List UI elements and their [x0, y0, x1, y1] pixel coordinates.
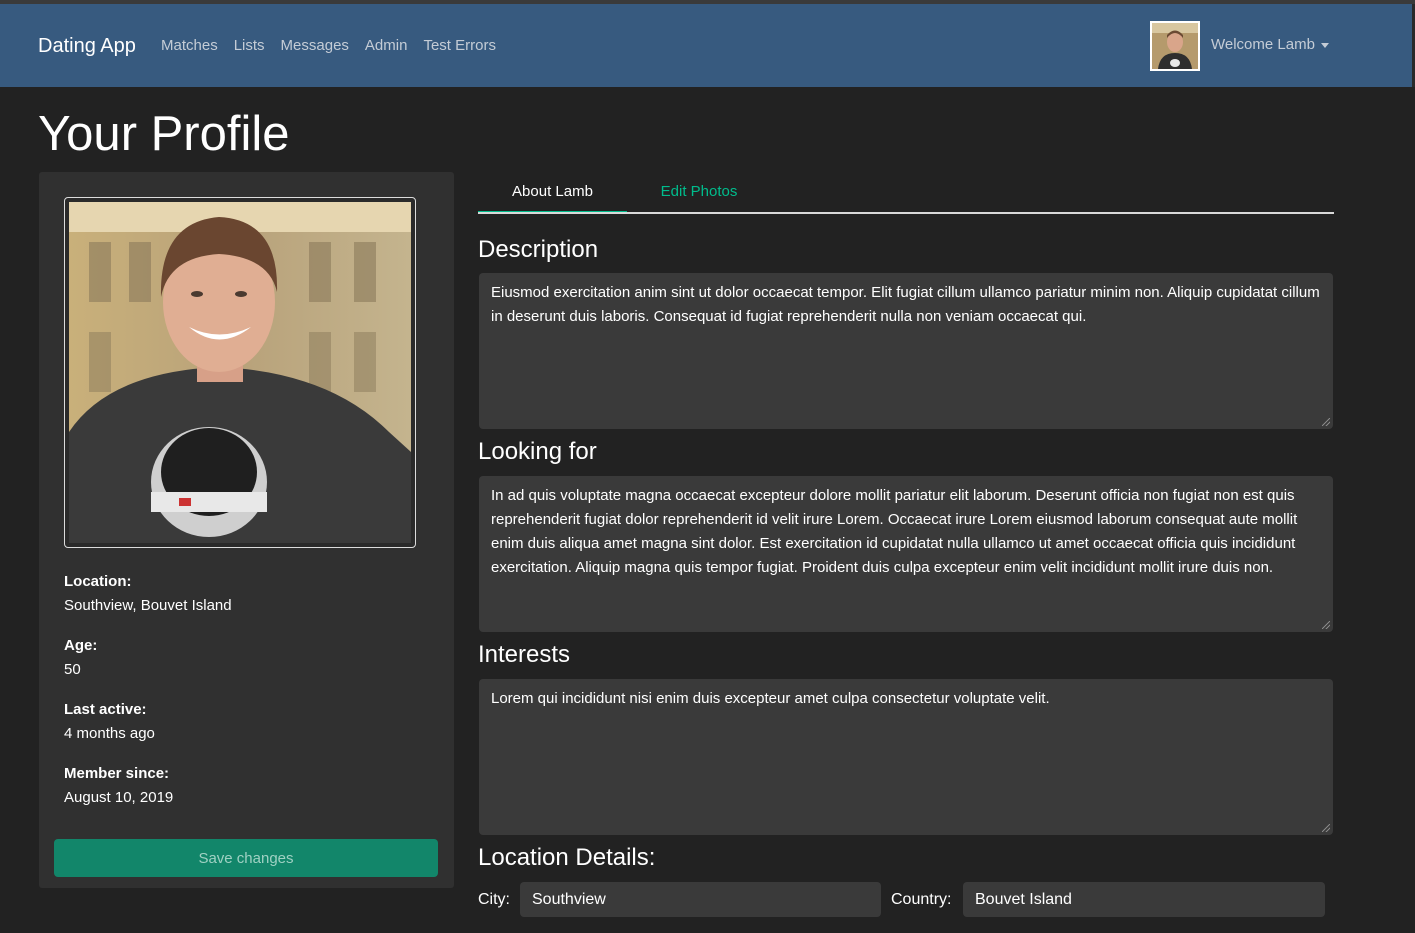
nav-link-matches[interactable]: Matches: [161, 37, 218, 54]
interests-textarea[interactable]: Lorem qui incididunt nisi enim duis exce…: [479, 679, 1333, 835]
last-active-value: 4 months ago: [64, 725, 155, 742]
looking-for-text: In ad quis voluptate magna occaecat exce…: [491, 487, 1298, 576]
profile-card: Location: Southview, Bouvet Island Age: …: [39, 172, 454, 888]
city-value: Southview: [532, 891, 606, 908]
description-text: Eiusmod exercitation anim sint ut dolor …: [491, 284, 1320, 325]
resize-handle-icon[interactable]: [1322, 824, 1330, 832]
interests-heading: Interests: [478, 641, 571, 668]
nav-link-admin[interactable]: Admin: [365, 37, 408, 54]
age-value: 50: [64, 661, 81, 678]
member-since-info: Member since: August 10, 2019: [64, 765, 173, 806]
country-value: Bouvet Island: [975, 891, 1072, 908]
description-textarea[interactable]: Eiusmod exercitation anim sint ut dolor …: [479, 273, 1333, 429]
profile-photo-frame: [64, 197, 416, 548]
location-info: Location: Southview, Bouvet Island: [64, 573, 232, 614]
country-input[interactable]: Bouvet Island: [963, 882, 1325, 917]
tab-about[interactable]: About Lamb: [478, 172, 627, 214]
resize-handle-icon[interactable]: [1322, 621, 1330, 629]
page-title: Your Profile: [38, 107, 290, 161]
description-heading: Description: [478, 236, 599, 263]
last-active-label: Last active:: [64, 701, 147, 718]
chevron-down-icon: [1320, 42, 1329, 48]
nav-links: Matches Lists Messages Admin Test Errors: [161, 37, 512, 54]
profile-photo: [69, 202, 411, 543]
save-changes-button[interactable]: Save changes: [54, 839, 438, 877]
country-label: Country:: [891, 891, 952, 908]
resize-handle-icon[interactable]: [1322, 418, 1330, 426]
user-avatar-icon: [1152, 23, 1198, 69]
user-avatar[interactable]: [1150, 21, 1200, 71]
last-active-info: Last active: 4 months ago: [64, 701, 155, 742]
location-label: Location:: [64, 573, 132, 590]
member-since-value: August 10, 2019: [64, 789, 174, 806]
looking-for-textarea[interactable]: In ad quis voluptate magna occaecat exce…: [479, 476, 1333, 632]
location-details-heading: Location Details:: [478, 844, 656, 871]
profile-tabs: About Lamb Edit Photos: [478, 172, 1334, 214]
welcome-dropdown[interactable]: Welcome Lamb: [1211, 36, 1329, 53]
member-since-label: Member since:: [64, 765, 170, 782]
tab-edit-photos[interactable]: Edit Photos: [627, 172, 771, 214]
city-label: City:: [478, 891, 510, 908]
nav-link-test-errors[interactable]: Test Errors: [423, 37, 496, 54]
age-info: Age: 50: [64, 637, 97, 678]
age-label: Age:: [64, 637, 98, 654]
tabs-divider: [478, 212, 1334, 214]
nav-link-messages[interactable]: Messages: [281, 37, 349, 54]
location-value: Southview, Bouvet Island: [64, 597, 232, 614]
looking-for-heading: Looking for: [478, 438, 597, 465]
welcome-label: Welcome Lamb: [1211, 36, 1315, 53]
interests-text: Lorem qui incididunt nisi enim duis exce…: [491, 690, 1050, 707]
city-input[interactable]: Southview: [520, 882, 881, 917]
top-navbar: Dating App Matches Lists Messages Admin …: [0, 4, 1415, 87]
nav-link-lists[interactable]: Lists: [234, 37, 265, 54]
brand-link[interactable]: Dating App: [38, 35, 136, 58]
